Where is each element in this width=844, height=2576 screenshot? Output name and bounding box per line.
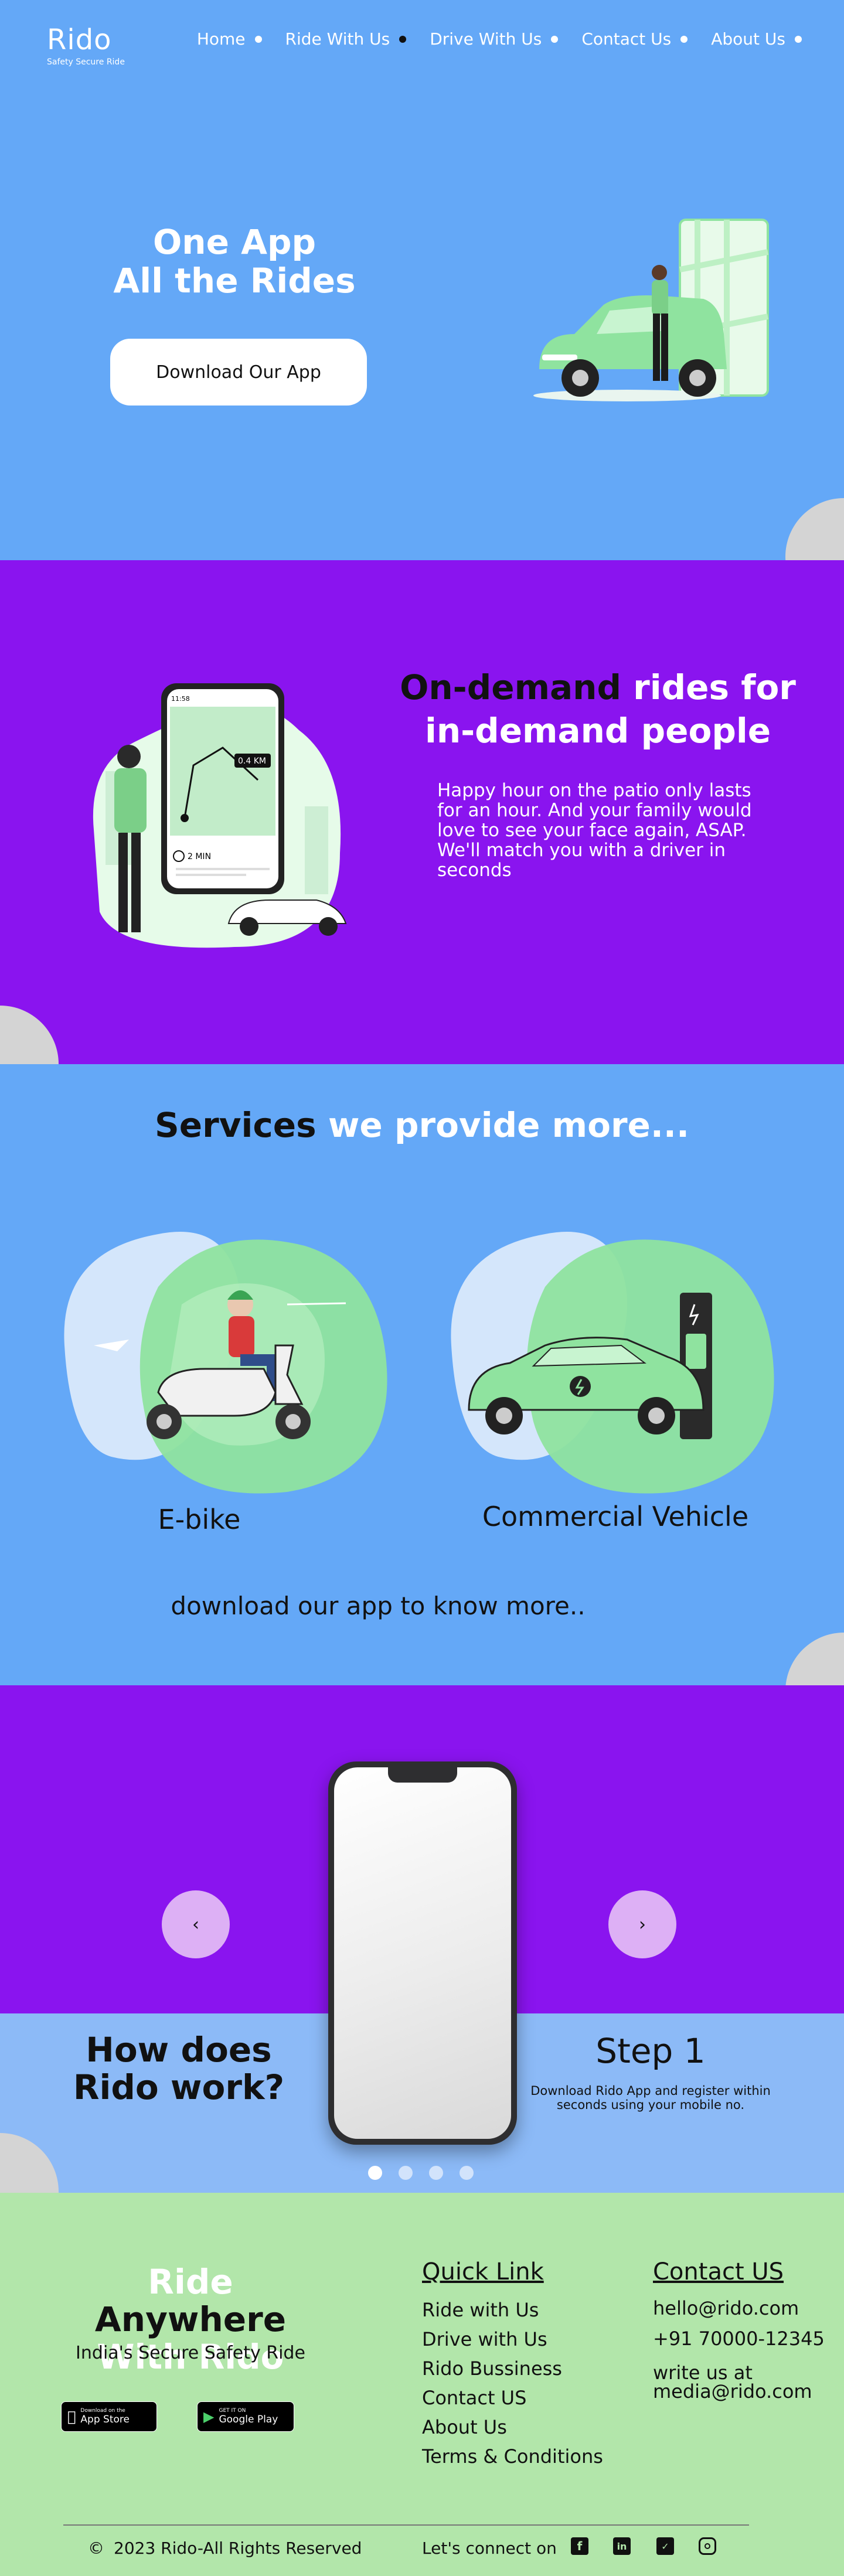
services-title-dark: Services	[155, 1105, 316, 1145]
hero-title-line2: All the Rides	[113, 261, 356, 301]
nav-label: Drive With Us	[430, 29, 542, 49]
car-with-person-illustration	[533, 219, 769, 401]
nav-item-drive-with-us[interactable]: Drive With Us	[430, 29, 559, 49]
footer-link-terms[interactable]: Terms & Conditions	[422, 2442, 603, 2471]
service-label-commercial-vehicle: Commercial Vehicle	[482, 1501, 749, 1532]
nav-item-contact-us[interactable]: Contact Us	[581, 29, 688, 49]
phone-notch	[388, 1767, 457, 1783]
contact-heading: Contact US	[653, 2258, 784, 2285]
decorative-circle	[785, 498, 844, 560]
eta-text: 2 MIN	[188, 852, 211, 861]
nav-label: Home	[196, 29, 246, 49]
linkedin-icon[interactable]: in	[613, 2537, 631, 2555]
carousel-dots	[368, 2166, 474, 2180]
quick-links-heading: Quick Link	[422, 2258, 544, 2285]
footer-link-ride-with-us[interactable]: Ride with Us	[422, 2295, 603, 2325]
nav-item-ride-with-us[interactable]: Ride With Us	[285, 29, 407, 49]
google-play-small-text: GET IT ON	[219, 2408, 246, 2414]
footer-link-drive-with-us[interactable]: Drive with Us	[422, 2325, 603, 2354]
hero-title: One App All the Rides	[94, 223, 375, 300]
phone-time-text: 11:58	[171, 695, 190, 703]
google-play-big-text: Google Play	[219, 2414, 278, 2425]
nav-dot	[551, 35, 559, 43]
phone-mockup	[328, 1761, 517, 2145]
footer-section: Ride Anywhere With Rido India's Secure S…	[0, 2193, 844, 2576]
service-label-e-bike: E-bike	[158, 1504, 241, 1535]
nav-item-about-us[interactable]: About Us	[711, 29, 802, 49]
contact-phone[interactable]: +91 70000-12345	[653, 2329, 825, 2349]
ev-car-illustration[interactable]	[428, 1199, 780, 1504]
nav-item-home[interactable]: Home	[197, 29, 262, 49]
decorative-circle	[785, 1633, 844, 1685]
nav-dot-active	[399, 35, 407, 43]
footer-title-dark: Anywhere	[94, 2299, 287, 2339]
copyright-icon: ©	[88, 2538, 104, 2558]
copyright-text: © 2023 Rido-All Rights Reserved	[88, 2538, 362, 2558]
on-demand-description: Happy hour on the patio only lasts for a…	[437, 780, 752, 881]
app-store-badge[interactable]:  Download on theApp Store	[61, 2401, 157, 2432]
how-title-line2: Rido work?	[73, 2067, 285, 2107]
footer-link-about-us[interactable]: About Us	[422, 2413, 603, 2442]
facebook-icon[interactable]: f	[571, 2537, 588, 2555]
brand-logo[interactable]: Rido Safety Secure Ride	[47, 23, 125, 67]
copyright-label: 2023 Rido-All Rights Reserved	[114, 2538, 362, 2558]
decorative-circle	[0, 1006, 59, 1064]
services-title-light: we provide more...	[316, 1105, 689, 1145]
hero-title-line1: One App	[152, 222, 316, 262]
step-description: Download Rido App and register within se…	[530, 2084, 771, 2112]
step-title: Step 1	[595, 2031, 706, 2071]
footer-title-light: Ride	[148, 2262, 233, 2302]
brand-tagline: Safety Secure Ride	[47, 57, 125, 67]
scooter-illustration[interactable]	[41, 1199, 393, 1504]
on-demand-title-line2: in-demand people	[424, 711, 771, 751]
nav-label: Ride With Us	[285, 29, 390, 49]
carousel-dot[interactable]	[460, 2166, 474, 2180]
contact-email[interactable]: hello@rido.com	[653, 2298, 799, 2318]
contact-media-label: write us at	[653, 2362, 753, 2384]
connect-label: Let's connect on	[422, 2538, 557, 2558]
app-store-small-text: Download on the	[72, 2408, 125, 2414]
twitter-icon[interactable]: ✓	[656, 2537, 674, 2555]
services-title: Services we provide more...	[0, 1105, 844, 1145]
contact-media-email[interactable]: media@rido.com	[653, 2381, 812, 2401]
nav-dot	[254, 35, 262, 43]
play-icon: ▶	[203, 2408, 215, 2425]
how-title-line1: How does	[86, 2030, 272, 2070]
footer-tagline: India's Secure Safety Ride	[76, 2343, 305, 2363]
map-distance-text: 0.4 KM	[238, 757, 266, 766]
download-app-button[interactable]: Download Our App	[110, 339, 367, 406]
footer-link-business[interactable]: Rido Bussiness	[422, 2354, 603, 2383]
main-nav: Home Ride With Us Drive With Us Contact …	[173, 29, 802, 49]
nav-dot	[795, 35, 802, 43]
phone-screen	[334, 1767, 511, 2139]
prev-step-button[interactable]: ‹	[162, 1890, 230, 1958]
phone-map-illustration: 11:58 0.4 KM 2 MIN	[93, 683, 347, 948]
on-demand-title-dark: On-demand	[400, 667, 621, 707]
quick-links-list: Ride with Us Drive with Us Rido Bussines…	[422, 2295, 603, 2471]
services-section: Services we provide more... E-bike Comme…	[0, 1064, 844, 1685]
apple-icon: 	[67, 2408, 76, 2425]
carousel-dot[interactable]	[399, 2166, 413, 2180]
brand-name: Rido	[47, 23, 112, 56]
hero-section: Rido Safety Secure Ride Home Ride With U…	[0, 0, 844, 560]
footer-divider	[63, 2524, 749, 2526]
carousel-dot[interactable]	[368, 2166, 382, 2180]
nav-label: About Us	[711, 29, 785, 49]
on-demand-title-light: rides for	[621, 667, 796, 707]
next-step-button[interactable]: ›	[608, 1890, 676, 1958]
nav-label: Contact Us	[581, 29, 672, 49]
google-play-badge[interactable]: ▶ GET IT ON Google Play	[197, 2401, 294, 2432]
instagram-icon[interactable]	[699, 2537, 716, 2555]
how-it-works-section: ‹ › How does Rido work? Step 1 Download …	[0, 1685, 844, 2193]
on-demand-title: On-demand rides for in-demand people	[387, 666, 809, 752]
carousel-dot[interactable]	[429, 2166, 443, 2180]
app-store-big-text: App Store	[72, 2414, 130, 2425]
on-demand-section: 11:58 0.4 KM 2 MIN On-demand rides for i…	[0, 560, 844, 1064]
footer-link-contact-us[interactable]: Contact US	[422, 2383, 603, 2413]
download-more-text: download our app to know more..	[171, 1592, 586, 1620]
nav-dot	[680, 35, 688, 43]
how-it-works-title: How does Rido work?	[59, 2031, 299, 2106]
